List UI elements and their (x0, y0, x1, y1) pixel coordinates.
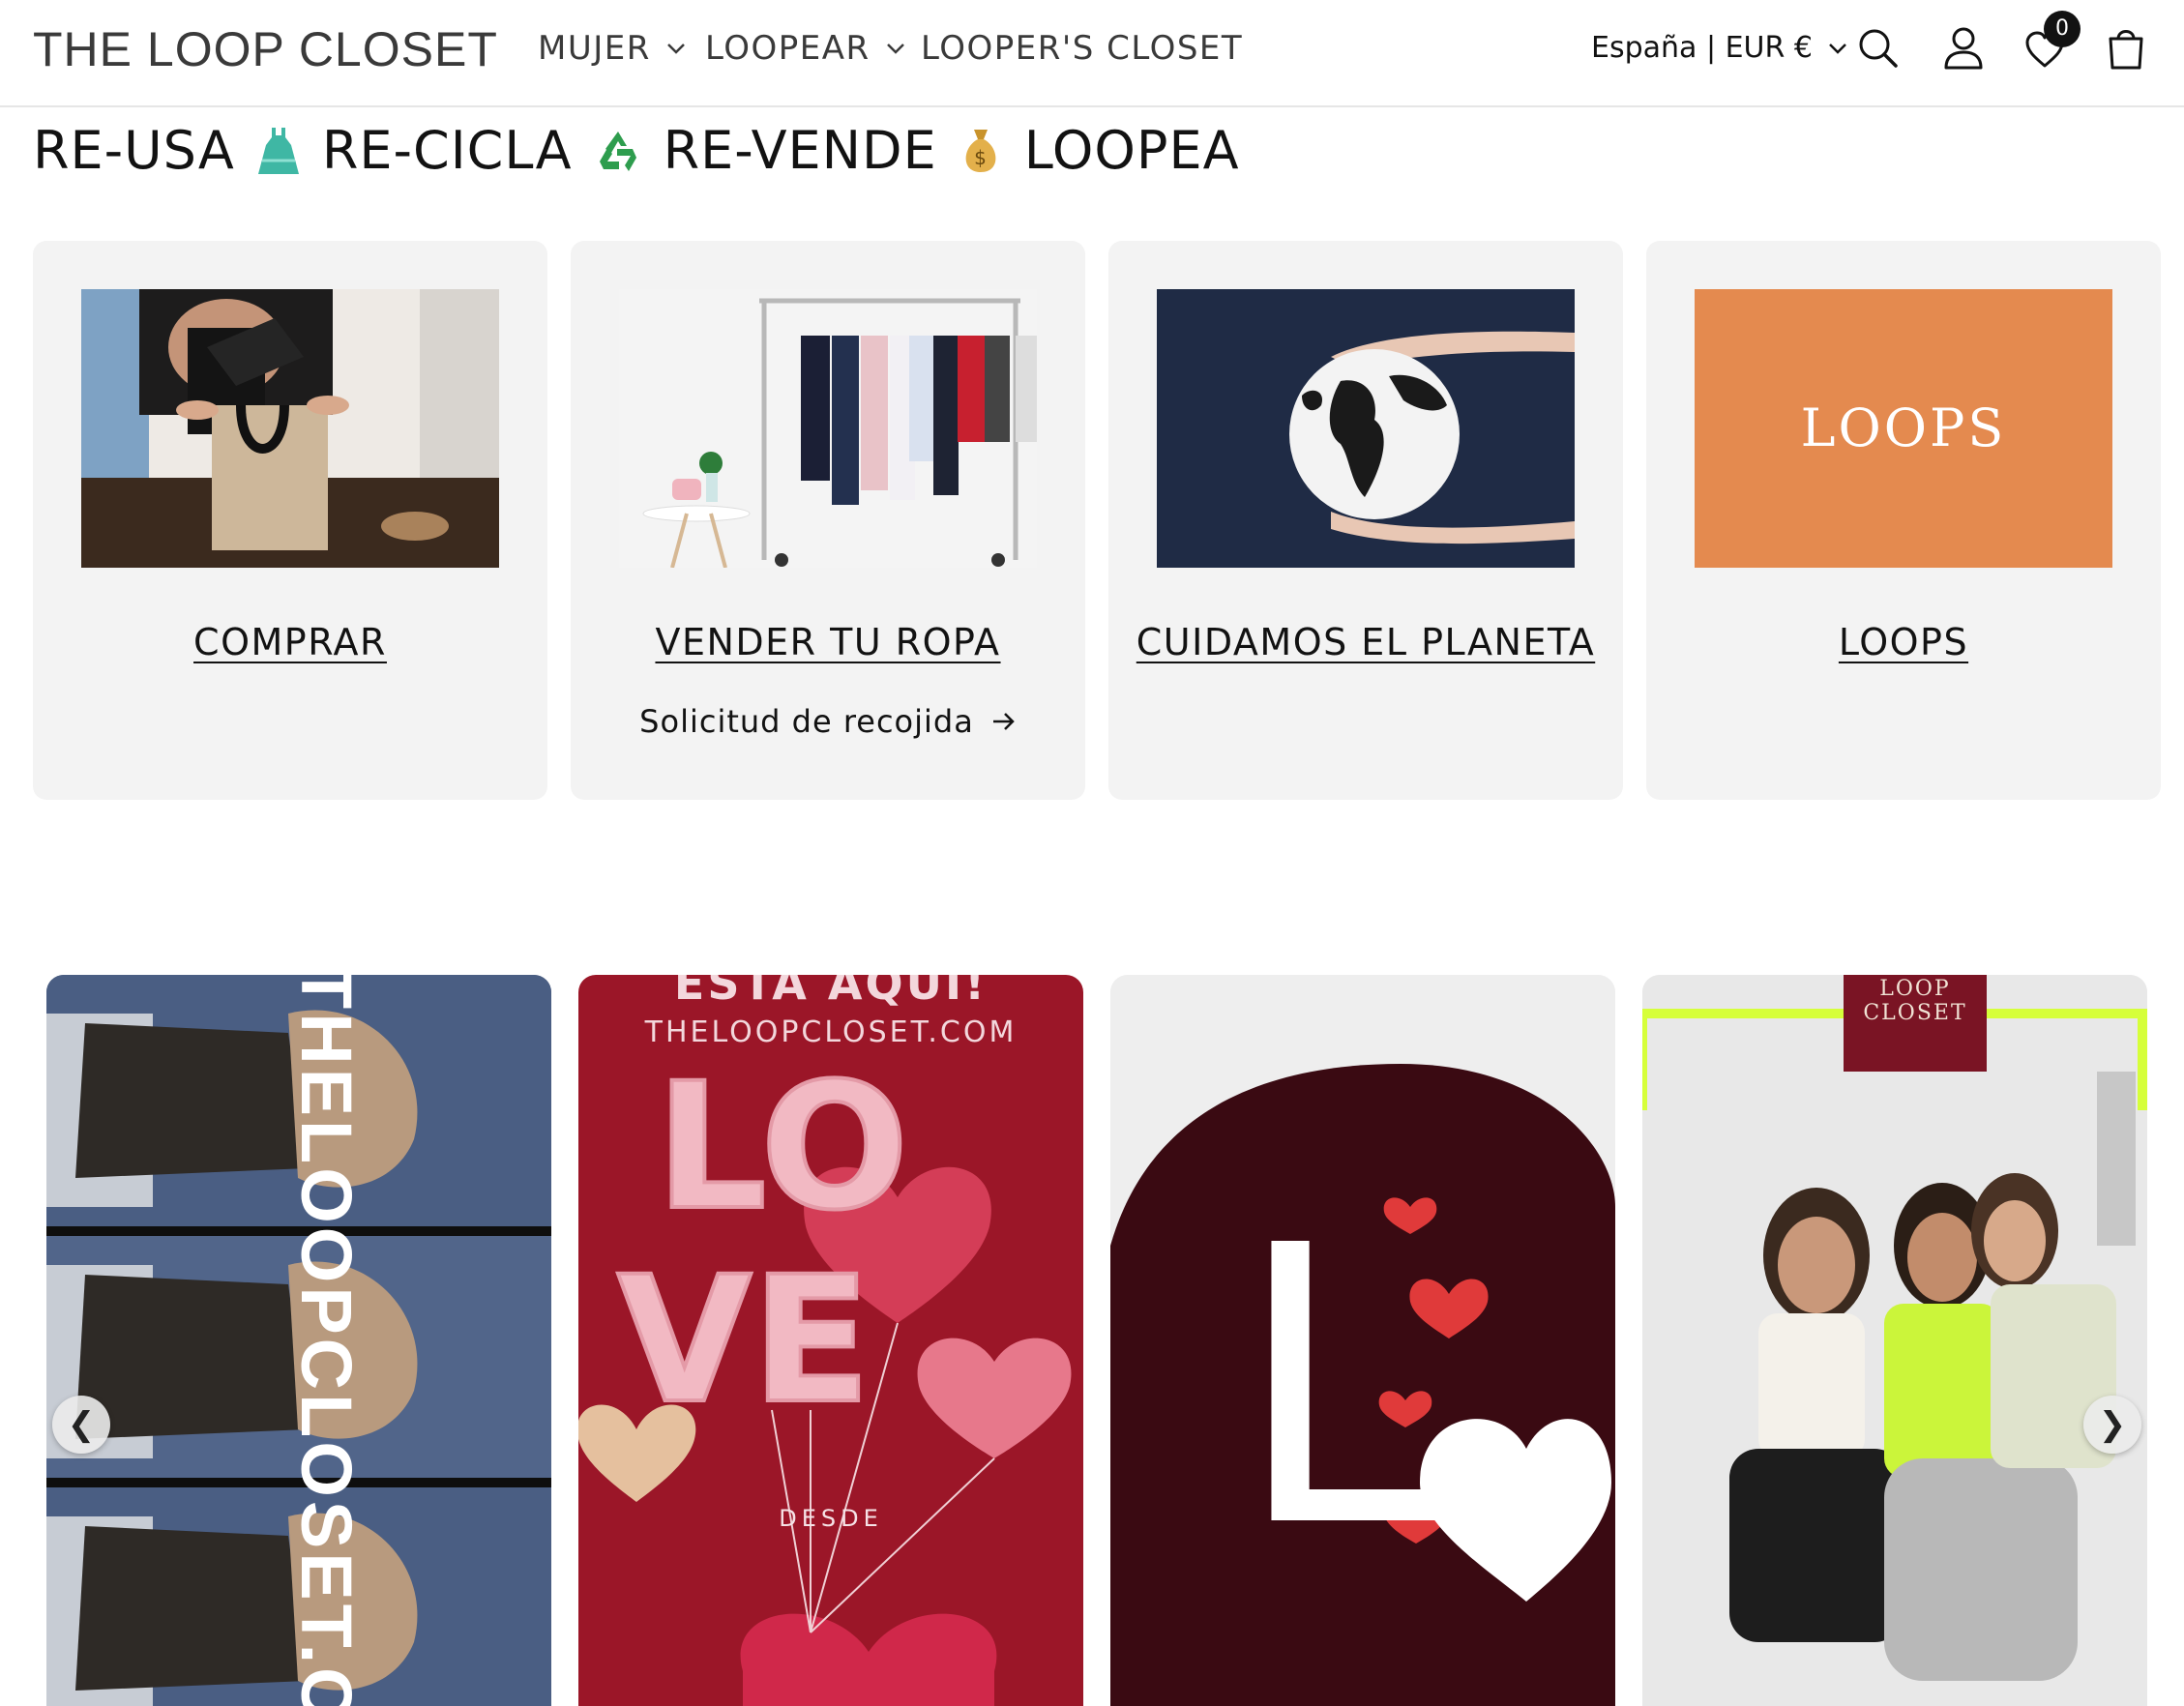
svg-text:LO: LO (656, 1046, 908, 1249)
carousel-slide-3[interactable]: L (1110, 975, 1615, 1706)
svg-text:$: $ (974, 146, 988, 169)
chevron-down-icon (666, 44, 685, 54)
carousel-next-button[interactable]: ❯ (2083, 1396, 2141, 1454)
locale-selector[interactable]: España | EUR € (1591, 31, 1847, 65)
carousel-slide-1[interactable]: THELOOPCLOSET.C (46, 975, 551, 1706)
site-logo[interactable]: THE LOOP CLOSET (33, 21, 498, 77)
slide-4-logo-line1: LOOP (1879, 977, 1951, 1001)
slide-3-letter: L (1238, 1154, 1464, 1607)
globe-hands-image (1157, 289, 1575, 568)
nav-loopers-closet-label: LOOPER'S CLOSET (921, 29, 1244, 68)
headline-reusa: RE-USA (33, 120, 235, 181)
slide-4-logo-line2: CLOSET (1863, 1001, 1967, 1025)
headline-loopea: LOOPEA (1023, 120, 1240, 181)
card-vender[interactable]: VENDER TU ROPA Solicitud de recojida (571, 241, 1085, 800)
card-loops-title[interactable]: LOOPS (1666, 616, 2141, 668)
money-bag-emoji-icon: $ (965, 129, 996, 172)
arrow-right-icon (992, 713, 1015, 730)
site-header: THE LOOP CLOSET MUJER LOOPEAR LOOPER'S C… (0, 0, 2184, 107)
carousel-slide-4[interactable]: LOOP CLOSET (1642, 975, 2147, 1706)
wishlist-count-badge: 0 (2044, 11, 2081, 47)
loops-image-text: LOOPS (1800, 397, 2007, 458)
account-icon[interactable] (1942, 25, 1985, 72)
dress-emoji-icon (257, 127, 299, 174)
card-planeta[interactable]: CUIDAMOS EL PLANETA (1108, 241, 1623, 800)
search-icon[interactable] (1857, 25, 1900, 72)
card-vender-title[interactable]: VENDER TU ROPA (590, 616, 1066, 668)
slide-1-vertical-text: THELOOPCLOSET.C (286, 975, 367, 1706)
loops-image: LOOPS (1695, 289, 2112, 568)
pickup-request-link[interactable]: Solicitud de recojida (571, 703, 1085, 740)
card-comprar-title[interactable]: COMPRAR (52, 616, 528, 668)
slide-4-logo: LOOP CLOSET (1844, 975, 1987, 1072)
headline-recicla: RE-CICLA (321, 120, 573, 181)
chevron-down-icon (1829, 43, 1846, 54)
nav-mujer-label: MUJER (538, 29, 651, 68)
page-headline: RE-USA RE-CICLA RE-VENDE $ LOOPEA (33, 120, 1240, 181)
pickup-request-label: Solicitud de recojida (639, 703, 974, 740)
locale-label: España | EUR € (1591, 31, 1813, 65)
chevron-down-icon (886, 44, 904, 54)
recycle-emoji-icon (593, 126, 642, 175)
nav-loopers-closet[interactable]: LOOPER'S CLOSET (921, 29, 1243, 68)
slide-2-balloon-text: DESDE (779, 1505, 883, 1532)
clothing-rack-image (619, 289, 1037, 568)
carousel-slide-2[interactable]: ESTA AQUI! THELOOPCLOSET.COM LO VE DESDE (578, 975, 1083, 1706)
card-loops[interactable]: LOOPS LOOPS (1646, 241, 2161, 800)
shopping-bag-image (81, 289, 499, 568)
headline-revende: RE-VENDE (663, 120, 937, 181)
card-planeta-title[interactable]: CUIDAMOS EL PLANETA (1128, 616, 1604, 668)
svg-text:VE: VE (617, 1240, 871, 1442)
carousel-prev-button[interactable]: ❮ (52, 1396, 110, 1454)
nav-loopear-label: LOOPEAR (705, 29, 871, 68)
cart-icon[interactable] (2105, 25, 2147, 72)
card-comprar[interactable]: COMPRAR (33, 241, 547, 800)
nav-loopear[interactable]: LOOPEAR (705, 29, 905, 68)
nav-mujer[interactable]: MUJER (538, 29, 686, 68)
